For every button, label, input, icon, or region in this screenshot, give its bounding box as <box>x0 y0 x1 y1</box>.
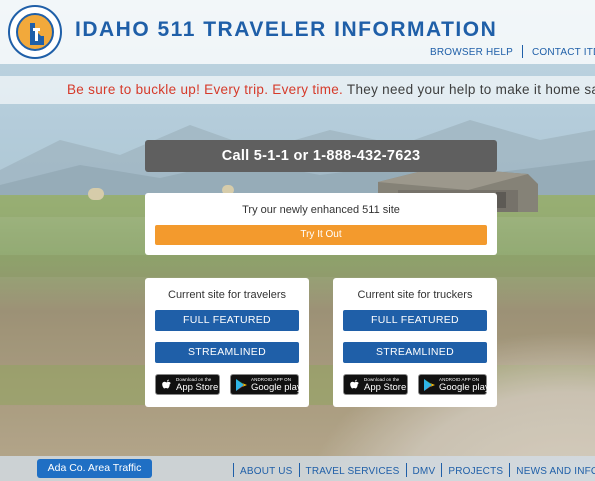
contact-itd-link[interactable]: CONTACT ITD <box>532 47 595 58</box>
site-header: IDAHO 511 TRAVELER INFORMATION BROWSER H… <box>0 0 595 64</box>
footer-link-about-us[interactable]: ABOUT US <box>240 466 293 477</box>
apple-icon <box>350 379 359 389</box>
idaho-state-icon <box>30 23 44 45</box>
divider <box>509 463 511 477</box>
site-footer: Ada Co. Area Traffic ABOUT US TRAVEL SERV… <box>0 456 595 481</box>
call-511-bar[interactable]: Call 5-1-1 or 1-888-432-7623 <box>145 140 497 172</box>
google-play-icon <box>236 379 247 391</box>
google-play-icon <box>424 379 435 391</box>
logo-badge <box>16 13 54 51</box>
banner-text: Be sure to buckle up! Every trip. Every … <box>67 82 595 97</box>
travelers-app-store-badge[interactable]: Download on the App Store <box>155 374 220 395</box>
truckers-streamlined-button[interactable]: STREAMLINED <box>343 342 487 363</box>
new-site-text: Try our newly enhanced 511 site <box>242 204 400 216</box>
browser-help-link[interactable]: BROWSER HELP <box>430 47 513 58</box>
travelers-streamlined-button[interactable]: STREAMLINED <box>155 342 299 363</box>
divider <box>233 463 234 477</box>
google-play-label: Google play <box>439 382 490 393</box>
truckers-full-featured-button[interactable]: FULL FEATURED <box>343 310 487 331</box>
new-site-card: Try our newly enhanced 511 site Try It O… <box>145 193 497 255</box>
footer-nav: ABOUT US TRAVEL SERVICES DMV PROJECTS NEWS A… <box>227 463 595 477</box>
ada-county-traffic-button[interactable]: Ada Co. Area Traffic <box>37 459 152 478</box>
travelers-full-featured-button[interactable]: FULL FEATURED <box>155 310 299 331</box>
google-play-label: Google play <box>251 382 302 393</box>
header-links: BROWSER HELP CONTACT ITD <box>430 45 595 58</box>
truckers-app-store-badge[interactable]: Download on the App Store <box>343 374 408 395</box>
footer-link-dmv[interactable]: DMV <box>413 466 436 477</box>
travelers-card: Current site for travelers FULL FEATURED… <box>145 278 309 407</box>
travelers-heading: Current site for travelers <box>168 289 286 301</box>
divider <box>405 463 407 477</box>
footer-link-projects[interactable]: PROJECTS <box>448 466 503 477</box>
divider <box>298 463 300 477</box>
safety-banner: Be sure to buckle up! Every trip. Every … <box>0 76 595 104</box>
banner-continuation: They need your help to make it home sa <box>343 82 595 97</box>
truckers-google-play-badge[interactable]: ANDROID APP ON Google play <box>418 374 490 395</box>
footer-link-travel-services[interactable]: TRAVEL SERVICES <box>306 466 400 477</box>
travelers-google-play-badge[interactable]: ANDROID APP ON Google play <box>230 374 302 395</box>
try-it-out-button[interactable]: Try It Out <box>155 225 487 245</box>
itd-logo[interactable] <box>8 5 62 59</box>
banner-highlight: Be sure to buckle up! Every trip. Every … <box>67 82 344 97</box>
divider <box>441 463 443 477</box>
apple-icon <box>162 379 171 389</box>
site-title: IDAHO 511 TRAVELER INFORMATION <box>75 18 498 41</box>
footer-link-news-and-info[interactable]: NEWS AND INFO <box>516 466 595 477</box>
truckers-heading: Current site for truckers <box>357 289 473 301</box>
divider <box>521 45 523 58</box>
app-store-label: App Store <box>176 382 219 393</box>
truckers-card: Current site for truckers FULL FEATURED … <box>333 278 497 407</box>
app-store-label: App Store <box>364 382 407 393</box>
